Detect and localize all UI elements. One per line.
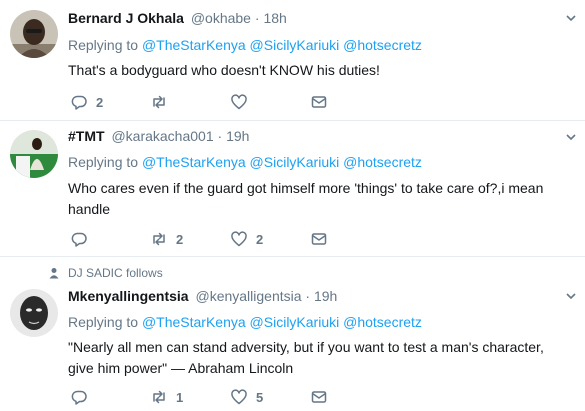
chevron-down-icon[interactable] bbox=[565, 12, 577, 24]
tweet-text: That's a bodyguard who doesn't KNOW his … bbox=[68, 62, 380, 78]
retweet-icon bbox=[153, 95, 165, 109]
social-context: DJ SADIC follows bbox=[48, 266, 163, 280]
avatar[interactable] bbox=[10, 289, 58, 337]
mention-link[interactable]: @hotsecretz bbox=[343, 37, 422, 53]
social-context-text[interactable]: DJ SADIC follows bbox=[68, 266, 163, 280]
separator-dot: · bbox=[254, 10, 260, 26]
retweet-button[interactable]: 1 bbox=[150, 387, 183, 407]
replying-to: Replying to @TheStarKenya @SicilyKariuki… bbox=[68, 37, 422, 53]
like-count: 5 bbox=[256, 389, 264, 405]
tweet-text: Who cares even if the guard got himself … bbox=[68, 180, 544, 217]
reply-count: 2 bbox=[96, 94, 104, 110]
mention-link[interactable]: @hotsecretz bbox=[343, 314, 422, 330]
like-button[interactable]: 2 bbox=[230, 229, 263, 249]
heart-icon bbox=[231, 389, 247, 405]
retweet-icon bbox=[153, 232, 165, 246]
like-button[interactable] bbox=[230, 92, 256, 112]
retweet-count: 2 bbox=[176, 231, 184, 247]
user-handle[interactable]: @kenyalligentsia bbox=[195, 288, 301, 304]
tweet-header: Bernard J Okhala @okhabe · 18h bbox=[68, 10, 287, 26]
tweet[interactable]: Bernard J Okhala @okhabe · 18h Replying … bbox=[0, 0, 585, 121]
chevron-down-icon[interactable] bbox=[565, 290, 577, 302]
replying-label: Replying to bbox=[68, 154, 139, 170]
reply-icon bbox=[71, 232, 87, 247]
tweet-text: "Nearly all men can stand adversity, but… bbox=[68, 339, 544, 376]
reply-icon bbox=[71, 95, 87, 110]
retweet-icon bbox=[153, 390, 165, 404]
tweet-actions: 2 bbox=[70, 92, 330, 112]
tweet[interactable]: #TMT @karakacha001 · 19h Replying to @Th… bbox=[0, 121, 585, 257]
tweet-actions: 1 5 bbox=[70, 387, 330, 407]
like-button[interactable]: 5 bbox=[230, 387, 263, 407]
heart-icon bbox=[231, 231, 247, 247]
timestamp[interactable]: 19h bbox=[314, 288, 337, 304]
mention-link[interactable]: @hotsecretz bbox=[343, 154, 422, 170]
heart-icon bbox=[231, 94, 247, 110]
envelope-icon bbox=[311, 233, 327, 245]
chevron-down-icon[interactable] bbox=[565, 131, 577, 143]
person-icon bbox=[49, 268, 59, 279]
direct-message-button[interactable] bbox=[310, 387, 328, 407]
tweet-actions: 2 2 bbox=[70, 229, 330, 249]
display-name[interactable]: #TMT bbox=[68, 128, 105, 144]
reply-button[interactable] bbox=[70, 229, 96, 249]
mention-link[interactable]: @TheStarKenya bbox=[142, 154, 246, 170]
direct-message-button[interactable] bbox=[310, 229, 328, 249]
separator-dot: · bbox=[217, 128, 223, 144]
tweet-header: #TMT @karakacha001 · 19h bbox=[68, 128, 249, 144]
mention-link[interactable]: @SicilyKariuki bbox=[250, 37, 340, 53]
reply-button[interactable] bbox=[70, 387, 96, 407]
replying-to: Replying to @TheStarKenya @SicilyKariuki… bbox=[68, 314, 422, 330]
retweet-button[interactable]: 2 bbox=[150, 229, 183, 249]
retweet-button[interactable] bbox=[150, 92, 176, 112]
retweet-count: 1 bbox=[176, 389, 184, 405]
timestamp[interactable]: 18h bbox=[263, 10, 286, 26]
reply-icon bbox=[71, 390, 87, 405]
separator-dot: · bbox=[305, 288, 311, 304]
mention-link[interactable]: @SicilyKariuki bbox=[250, 314, 340, 330]
timestamp[interactable]: 19h bbox=[226, 128, 249, 144]
replying-to: Replying to @TheStarKenya @SicilyKariuki… bbox=[68, 154, 422, 170]
like-count: 2 bbox=[256, 231, 264, 247]
user-handle[interactable]: @okhabe bbox=[191, 10, 251, 26]
mention-link[interactable]: @TheStarKenya bbox=[142, 314, 246, 330]
reply-button[interactable]: 2 bbox=[70, 92, 103, 112]
display-name[interactable]: Bernard J Okhala bbox=[68, 10, 184, 26]
replying-label: Replying to bbox=[68, 37, 139, 53]
display-name[interactable]: Mkenyallingentsia bbox=[68, 288, 189, 304]
replying-label: Replying to bbox=[68, 314, 139, 330]
envelope-icon bbox=[311, 391, 327, 403]
direct-message-button[interactable] bbox=[310, 92, 328, 112]
user-handle[interactable]: @karakacha001 bbox=[111, 128, 213, 144]
tweet[interactable]: DJ SADIC follows Mkenyallingentsia @keny… bbox=[0, 257, 585, 411]
mention-link[interactable]: @SicilyKariuki bbox=[250, 154, 340, 170]
envelope-icon bbox=[311, 96, 327, 108]
mention-link[interactable]: @TheStarKenya bbox=[142, 37, 246, 53]
tweet-header: Mkenyallingentsia @kenyalligentsia · 19h bbox=[68, 288, 337, 304]
avatar[interactable] bbox=[10, 130, 58, 178]
avatar[interactable] bbox=[10, 10, 58, 58]
